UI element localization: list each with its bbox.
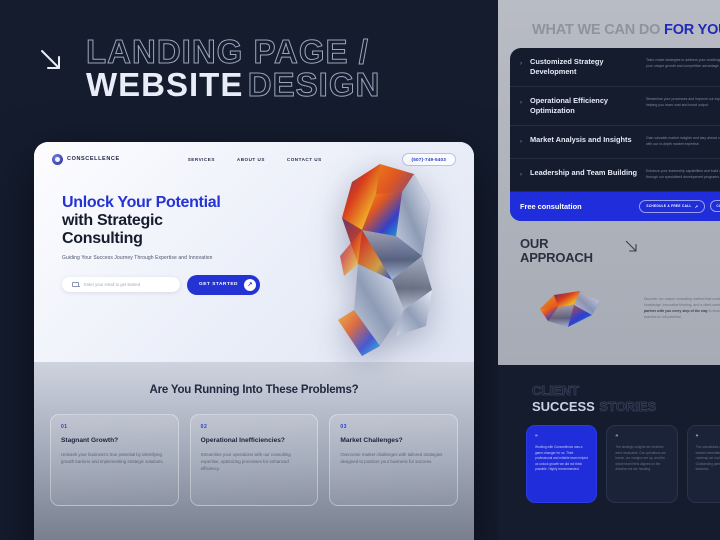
hero-headline-line2: with Strategic [62, 211, 163, 229]
problem-number: 02 [200, 424, 208, 430]
services-heading-gray: WHAT WE CAN DO [532, 22, 665, 38]
nav-item-services[interactable]: SERVICES [188, 157, 215, 162]
story-card[interactable]: ❝ Working with Conscellence was a game-c… [526, 425, 598, 503]
problem-card-list: 01 Stagnant Growth? Unleash your busines… [50, 414, 459, 506]
free-consultation-row[interactable]: Free consultation SCHEDULE A FREE CALL ↗… [510, 191, 720, 221]
service-name: Market Analysis and Insights [530, 134, 632, 144]
schedule-call-label: SCHEDULE A FREE CALL [646, 204, 692, 209]
nav-item-contact-us[interactable]: CONTACT US [287, 157, 322, 162]
service-name: Customized Strategy Development [530, 57, 604, 76]
quote-icon: ❝ [695, 434, 699, 440]
problem-card[interactable]: 01 Stagnant Growth? Unleash your busines… [50, 414, 179, 506]
services-list: › Customized Strategy Development Tailor… [510, 48, 720, 221]
chevron-right-icon: › [520, 61, 522, 67]
email-placeholder: Enter your email to get started [84, 282, 141, 288]
service-desc: Gain valuable market insights and stay a… [646, 135, 720, 146]
services-panel: WHAT WE CAN DO FOR YOU › Customized Stra… [498, 0, 720, 365]
service-name: Operational Efficiency Optimization [530, 95, 609, 115]
contact-us-label: CONTACT US [716, 204, 720, 209]
hero-section: CONSCELLENCE SERVICES ABOUT US CONTACT U… [34, 142, 474, 362]
schedule-call-button[interactable]: SCHEDULE A FREE CALL ↗ [639, 199, 706, 213]
hero-subtitle: Guiding Your Success Journey Through Exp… [62, 254, 213, 261]
arrow-down-right-icon [625, 240, 637, 252]
nav-links: SERVICES ABOUT US CONTACT US [188, 157, 322, 162]
free-consultation-label: Free consultation [520, 201, 582, 211]
email-field[interactable]: Enter your email to get started [62, 277, 180, 293]
approach-title-line2: APPROACH [520, 250, 593, 266]
story-card-list: ❝ Working with Conscellence was a game-c… [526, 425, 720, 503]
problem-body: Overcome market challenges with tailored… [340, 452, 443, 465]
problems-heading: Are You Running Into These Problems? [149, 384, 359, 396]
service-row[interactable]: › Market Analysis and Insights Gain valu… [510, 126, 720, 159]
story-text: Working with Conscellence was a game-cha… [535, 445, 588, 472]
stories-panel: CLIENT SUCCESS STORIES ❝ Working with Co… [498, 365, 720, 540]
story-text: The strategic insights we received were … [615, 445, 666, 472]
problem-number: 03 [340, 424, 347, 430]
service-row[interactable]: › Leadership and Team Building Enhance y… [510, 159, 720, 192]
site-logo[interactable]: CONSCELLENCE [52, 153, 120, 165]
story-card[interactable]: ❝ The consultants understood our market … [686, 425, 720, 503]
brand-globe-icon [52, 153, 63, 165]
service-row[interactable]: › Operational Efficiency Optimization St… [510, 87, 720, 126]
problems-section: Are You Running Into These Problems? 01 … [34, 362, 474, 506]
nav-item-about-us[interactable]: ABOUT US [237, 157, 265, 162]
iridescent-crystal-3d [338, 164, 432, 356]
poster-title-website: WEBSITE [86, 66, 244, 104]
story-text: The consultants understood our market im… [695, 445, 720, 472]
approach-body: Discover our unique consulting method th… [644, 297, 720, 321]
mail-icon [72, 282, 79, 288]
chevron-right-icon: › [520, 171, 522, 178]
service-name: Leadership and Team Building [530, 167, 638, 177]
problem-card[interactable]: 02 Operational Inefficiencies? Streamlin… [189, 414, 319, 506]
poster-title-design: DESIGN [247, 66, 381, 104]
service-desc: Enhance your leadership capabilities and… [646, 168, 720, 179]
problem-title: Stagnant Growth? [61, 437, 119, 444]
problem-number: 01 [61, 424, 68, 430]
hero-signup-form: Enter your email to get started GET STAR… [62, 274, 284, 295]
service-desc: Streamline your processes and improve ou… [646, 96, 720, 107]
problem-body: Unleash your business's true potential b… [61, 452, 164, 465]
stories-heading-client: CLIENT [532, 383, 580, 398]
problem-title: Operational Inefficiencies? [200, 437, 285, 444]
chevron-right-icon: › [520, 99, 522, 106]
stories-heading-stories: STORIES [599, 399, 657, 414]
hero-copy: Unlock Your Potential with Strategic Con… [34, 176, 284, 295]
get-started-label: GET STARTED [199, 282, 238, 288]
service-row[interactable]: › Customized Strategy Development Tailor… [510, 48, 720, 87]
quote-icon: ❝ [615, 434, 619, 440]
stories-heading-success: SUCCESS [532, 399, 595, 414]
hero-headline-blue: Unlock Your Potential [62, 194, 221, 211]
free-consultation-actions: SCHEDULE A FREE CALL ↗ CONTACT US [639, 199, 720, 213]
approach-body-lead: Discover our unique consulting method th… [644, 296, 720, 307]
arrow-up-right-icon: ↗ [244, 278, 256, 291]
poster-title: LANDING PAGE / WEBSITE DESIGN [34, 33, 474, 104]
poster-title-line1: LANDING PAGE / [86, 33, 369, 70]
website-mockup: CONSCELLENCE SERVICES ABOUT US CONTACT U… [34, 142, 474, 540]
problem-title: Market Challenges? [340, 437, 403, 444]
approach-title-line1: OUR [520, 235, 549, 251]
contact-us-button[interactable]: CONTACT US [710, 200, 720, 213]
problem-body: Streamline your operations with our cons… [200, 452, 291, 472]
arrow-down-right-icon [41, 50, 60, 69]
services-heading-blue: FOR YOU [664, 22, 720, 38]
approach-section: OUR APPROACH Discover our unique consult… [498, 235, 720, 327]
stories-heading: CLIENT SUCCESS STORIES [498, 383, 720, 415]
poster-canvas: LANDING PAGE / WEBSITE DESIGN CONSCELLEN… [0, 0, 720, 540]
get-started-button[interactable]: GET STARTED ↗ [187, 274, 260, 295]
arrow-up-right-icon: ↗ [694, 203, 699, 209]
story-card[interactable]: ❝ The strategic insights we received wer… [606, 425, 678, 503]
services-heading: WHAT WE CAN DO FOR YOU [498, 22, 720, 38]
iridescent-gem-3d [540, 290, 600, 327]
problem-card[interactable]: 03 Market Challenges? Overcome market ch… [329, 414, 459, 506]
service-desc: Tailor-made strategies to address your c… [646, 58, 720, 68]
chevron-right-icon: › [520, 138, 522, 145]
site-logo-text: CONSCELLENCE [67, 156, 120, 162]
hero-headline-line3: Consulting [62, 229, 143, 247]
quote-icon: ❝ [535, 434, 538, 440]
